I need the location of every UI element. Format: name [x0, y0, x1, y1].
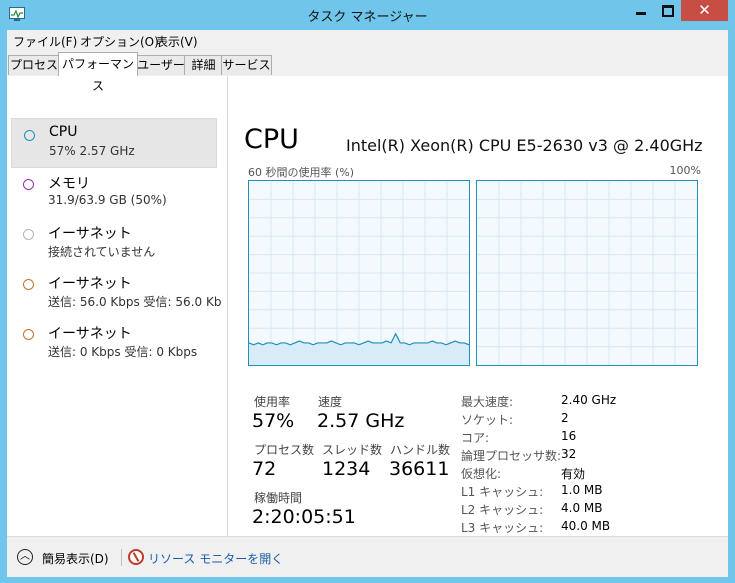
spec-label: 最大速度: — [461, 395, 514, 409]
chevron-up-icon[interactable]: ︿ — [17, 549, 33, 565]
fewer-details-button[interactable]: 簡易表示(D) — [42, 550, 109, 567]
processes-value: 72 — [252, 458, 277, 480]
processes-label: プロセス数 — [254, 443, 315, 457]
footer-divider — [121, 549, 122, 566]
spec-value: 32 — [561, 447, 577, 461]
sidebar-item-title: メモリ — [48, 176, 90, 192]
resource-monitor-icon[interactable] — [128, 549, 144, 565]
threads-label: スレッド数 — [322, 443, 383, 457]
window-client: ファイル(F) オプション(O) 表示(V) プロセス パフォーマンス ユーザー… — [7, 30, 728, 577]
open-resource-monitor-link[interactable]: リソース モニターを開く — [148, 550, 283, 567]
cpu-model-name: Intel(R) Xeon(R) CPU E5-2630 v3 @ 2.40GH… — [346, 136, 703, 155]
sidebar-item-title: CPU — [49, 124, 78, 140]
tab-performance[interactable]: パフォーマンス — [58, 52, 138, 93]
speed-value: 2.57 GHz — [317, 410, 405, 432]
spec-value: 有効 — [561, 467, 586, 481]
cpu-usage-chart — [249, 181, 469, 365]
minimize-icon — [636, 12, 646, 15]
cpu-usage-graph-left[interactable] — [248, 180, 470, 366]
spec-value: 16 — [561, 429, 577, 443]
menu-view[interactable]: 表示(V) — [156, 33, 198, 50]
footer-bar: ︿ 簡易表示(D) リソース モニターを開く — [7, 536, 728, 577]
tab-strip: プロセス パフォーマンス ユーザー 詳細 サービス — [7, 52, 728, 93]
memory-ring-icon — [23, 179, 34, 190]
title-bar[interactable]: タスク マネージャー ✕ — [0, 0, 735, 30]
sidebar-item-subtitle: 31.9/63.9 GB (50%) — [48, 193, 167, 207]
sidebar-item-subtitle: 接続されていません — [48, 245, 156, 259]
tab-services[interactable]: サービス — [221, 55, 272, 75]
spec-value: 1.0 MB — [561, 483, 603, 497]
sidebar-item-ethernet-1[interactable]: イーサネット 接続されていません — [11, 218, 215, 266]
spec-label: L1 キャッシュ: — [461, 485, 544, 499]
menu-options[interactable]: オプション(O) — [80, 33, 159, 50]
tab-details[interactable]: 詳細 — [184, 55, 223, 75]
sidebar-item-title: イーサネット — [48, 226, 132, 242]
speed-label: 速度 — [318, 395, 343, 409]
utilization-label: 使用率 — [254, 395, 291, 409]
ethernet-ring-icon — [23, 229, 34, 240]
maximize-button[interactable] — [654, 0, 681, 21]
threads-value: 1234 — [322, 458, 371, 480]
spec-value: 4.0 MB — [561, 501, 603, 515]
close-button[interactable]: ✕ — [681, 0, 728, 21]
performance-panel: CPU Intel(R) Xeon(R) CPU E5-2630 v3 @ 2.… — [228, 76, 728, 536]
cpu-usage-graph-right[interactable] — [476, 180, 698, 366]
cpu-heading: CPU — [244, 124, 299, 155]
spec-label: 仮想化: — [461, 467, 502, 481]
window-title: タスク マネージャー — [307, 10, 428, 25]
uptime-label: 稼働時間 — [254, 491, 303, 505]
utilization-value: 57% — [252, 410, 295, 432]
spec-label: コア: — [461, 431, 490, 445]
spec-value: 2.40 GHz — [561, 393, 617, 407]
graph-max-label: 100% — [669, 164, 701, 177]
tab-users[interactable]: ユーザー — [136, 55, 186, 75]
sidebar-item-cpu[interactable]: CPU 57% 2.57 GHz — [11, 118, 217, 168]
tab-processes[interactable]: プロセス — [8, 55, 60, 75]
cpu-usage-chart-empty — [477, 181, 697, 365]
menu-bar: ファイル(F) オプション(O) 表示(V) — [7, 30, 728, 52]
ethernet-ring-icon — [23, 329, 34, 340]
handles-value: 36611 — [389, 458, 450, 480]
sidebar-item-ethernet-2[interactable]: イーサネット 送信: 56.0 Kbps 受信: 56.0 Kb — [11, 268, 221, 316]
sidebar-item-subtitle: 送信: 56.0 Kbps 受信: 56.0 Kb — [48, 295, 222, 309]
maximize-icon — [662, 5, 674, 17]
minimize-button[interactable] — [627, 0, 654, 21]
cpu-ring-icon — [24, 130, 35, 141]
spec-label: L3 キャッシュ: — [461, 521, 544, 535]
spec-label: L2 キャッシュ: — [461, 503, 544, 517]
sidebar-item-title: イーサネット — [48, 326, 132, 342]
spec-label: 論理プロセッサ数: — [461, 449, 562, 463]
close-icon: ✕ — [698, 1, 711, 19]
handles-label: ハンドル数 — [390, 443, 451, 457]
spec-value: 40.0 MB — [561, 519, 611, 533]
uptime-value: 2:20:05:51 — [252, 506, 356, 528]
sidebar-item-subtitle: 送信: 0 Kbps 受信: 0 Kbps — [48, 345, 198, 359]
spec-value: 2 — [561, 411, 569, 425]
graph-caption: 60 秒間の使用率 (%) — [248, 166, 355, 179]
spec-label: ソケット: — [461, 413, 514, 427]
sidebar-item-subtitle: 57% 2.57 GHz — [49, 144, 135, 158]
menu-file[interactable]: ファイル(F) — [13, 33, 77, 50]
sidebar-item-title: イーサネット — [48, 276, 132, 292]
task-manager-window: タスク マネージャー ✕ ファイル(F) オプション(O) 表示(V) プロセス… — [0, 0, 735, 583]
sidebar-item-memory[interactable]: メモリ 31.9/63.9 GB (50%) — [11, 168, 215, 216]
resource-sidebar: CPU 57% 2.57 GHz メモリ 31.9/63.9 GB (50%) … — [7, 76, 228, 536]
sidebar-item-ethernet-3[interactable]: イーサネット 送信: 0 Kbps 受信: 0 Kbps — [11, 318, 215, 366]
ethernet-ring-icon — [23, 279, 34, 290]
